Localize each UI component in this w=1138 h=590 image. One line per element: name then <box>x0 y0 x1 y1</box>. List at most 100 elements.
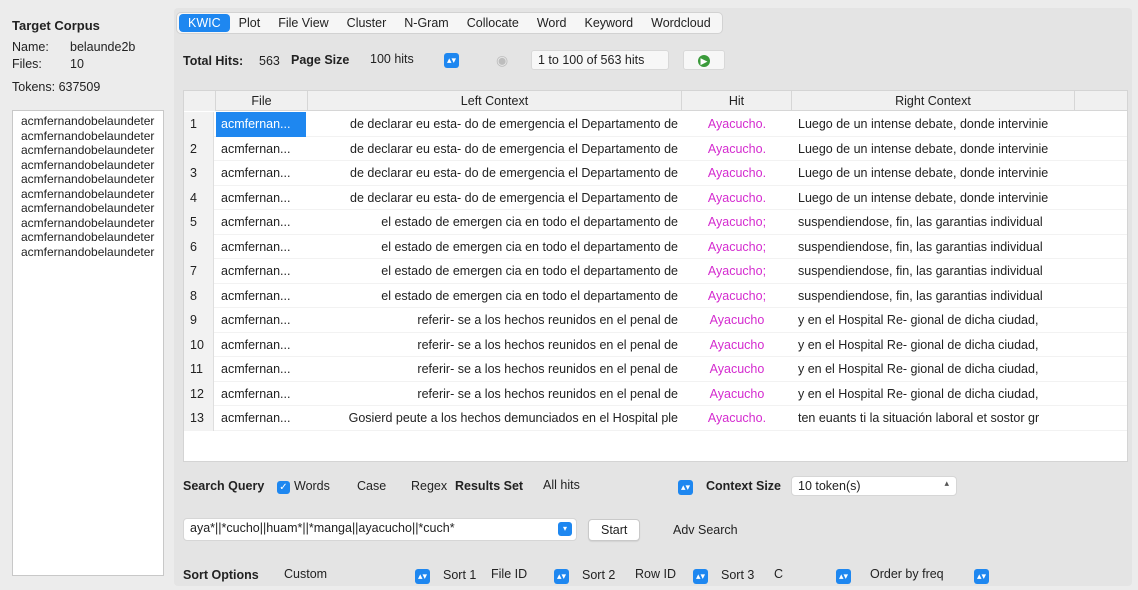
file-cell: acmfernan... <box>221 313 291 327</box>
hit-cell: Ayacucho; <box>707 264 767 278</box>
start-button-label: Start <box>601 523 628 537</box>
right-context-cell: suspendiendose, fin, las garantias indiv… <box>798 264 1043 278</box>
table-row[interactable]: 10 acmfernan... referir- se a los hechos r… <box>184 332 1127 357</box>
order-select[interactable]: Order by freq <box>864 565 984 585</box>
file-cell: acmfernan... <box>221 239 291 254</box>
tab-keyword[interactable]: Keyword <box>575 14 642 32</box>
table-row[interactable]: 13 acmfernan... Gosierd peute a los hechos… <box>184 406 1127 431</box>
sort3-value: C <box>774 567 784 581</box>
table-header: File Left Context Hit Right Context <box>184 91 1127 111</box>
query-history-chevron-icon[interactable]: ▾ <box>558 522 572 536</box>
corpus-tokens-row: Tokens: 637509 <box>12 80 100 94</box>
file-list-item[interactable]: acmfernandobelaundeter <box>13 114 163 129</box>
tab-word[interactable]: Word <box>528 14 576 32</box>
left-context-cell: el estado de emergen cia en todo el depa… <box>381 215 678 229</box>
hit-column-header[interactable]: Hit <box>682 91 792 111</box>
sort2-stepper-icon[interactable]: ▴▾ <box>693 569 708 584</box>
file-list-item[interactable]: acmfernandobelaundeter <box>13 158 163 173</box>
case-checkbox[interactable] <box>342 481 355 494</box>
sort-mode-stepper-icon[interactable]: ▴▾ <box>415 569 430 584</box>
search-query-input[interactable]: aya*||*cucho||huam*||*manga||ayacucho||*… <box>183 518 577 541</box>
sort3-select[interactable]: C <box>768 565 828 585</box>
table-row[interactable]: 2 acmfernan... de declarar eu esta- do de … <box>184 136 1127 161</box>
row-number-cell: 12 <box>184 381 214 406</box>
left-context-column-header[interactable]: Left Context <box>308 91 682 111</box>
sort3-stepper-icon[interactable]: ▴▾ <box>836 569 851 584</box>
file-list-item[interactable]: acmfernandobelaundeter <box>13 143 163 158</box>
file-cell: acmfernan... <box>221 337 291 352</box>
file-cell: acmfernan... <box>221 141 291 156</box>
sort2-select[interactable]: Row ID <box>629 565 695 585</box>
words-checkbox[interactable]: ✓ <box>277 481 290 494</box>
table-row[interactable]: 6 acmfernan... el estado de emergen cia en… <box>184 234 1127 259</box>
table-row[interactable]: 7 acmfernan... el estado de emergen cia en… <box>184 259 1127 284</box>
sort3-label: Sort 3 <box>721 568 755 582</box>
page-size-stepper-icon[interactable]: ▴▾ <box>444 53 459 68</box>
file-list-item[interactable]: acmfernandobelaundeter <box>13 187 163 202</box>
sort1-select[interactable]: File ID <box>485 565 545 585</box>
tab-cluster[interactable]: Cluster <box>338 14 396 32</box>
file-list-item[interactable]: acmfernandobelaundeter <box>13 129 163 144</box>
left-context-cell: referir- se a los hechos reunidos en el … <box>417 337 678 352</box>
table-row[interactable]: 3 acmfernan... de declarar eu esta- do de … <box>184 161 1127 186</box>
right-context-cell: suspendiendose, fin, las garantias indiv… <box>798 288 1043 303</box>
hit-cell: Ayacucho <box>709 362 765 376</box>
table-row[interactable]: 5 acmfernan... el estado de emergen cia en… <box>184 210 1127 235</box>
tab-collocate[interactable]: Collocate <box>458 14 528 32</box>
file-list-item[interactable]: acmfernandobelaundeter <box>13 172 163 187</box>
results-set-stepper-icon[interactable]: ▴▾ <box>678 480 693 495</box>
regex-checkbox[interactable] <box>396 481 409 494</box>
file-list-item[interactable]: acmfernandobelaundeter <box>13 201 163 216</box>
table-row[interactable]: 4 acmfernan... de declarar eu esta- do de … <box>184 185 1127 210</box>
file-list-item[interactable]: acmfernandobelaundeter <box>13 245 163 260</box>
tab-wordcloud[interactable]: Wordcloud <box>642 14 720 32</box>
left-context-cell: referir- se a los hechos reunidos en el … <box>417 362 678 376</box>
right-context-column-header[interactable]: Right Context <box>792 91 1075 111</box>
start-button[interactable]: Start <box>588 519 641 541</box>
page-size-value: 100 hits <box>370 52 414 66</box>
sort-mode-select[interactable]: Custom <box>278 565 430 585</box>
table-row[interactable]: 12 acmfernan... referir- se a los hechos r… <box>184 381 1127 406</box>
file-cell: acmfernan... <box>221 190 291 205</box>
left-context-cell: referir- se a los hechos reunidos en el … <box>417 386 678 401</box>
tab-file-view[interactable]: File View <box>269 14 337 32</box>
adv-search-checkbox[interactable] <box>657 524 670 537</box>
file-cell: acmfernan... <box>221 386 291 401</box>
corpus-tokens-label: Tokens: <box>12 80 56 94</box>
kwic-results-table[interactable]: File Left Context Hit Right Context 1 acm… <box>183 90 1128 462</box>
total-hits-value: 563 <box>259 54 280 68</box>
right-context-cell: Luego de un intense debate, donde interv… <box>798 117 1049 131</box>
table-row[interactable]: 1 acmfernan... de declarar eu esta- do de … <box>184 112 1127 137</box>
file-list-item[interactable]: acmfernandobelaundeter <box>13 216 163 231</box>
right-context-cell: Luego de un intense debate, donde interv… <box>798 190 1049 205</box>
order-stepper-icon[interactable]: ▴▾ <box>974 569 989 584</box>
file-cell: acmfernan... <box>221 264 291 278</box>
file-cell: acmfernan... <box>221 411 291 425</box>
words-label: Words <box>294 479 330 493</box>
results-set-select[interactable]: All hits <box>537 476 693 496</box>
table-row[interactable]: 11 acmfernan... referir- se a los hechos r… <box>184 357 1127 382</box>
hit-cell: Ayacucho. <box>707 166 767 180</box>
corpus-file-list[interactable]: acmfernandobelaundeter acmfernandobelaund… <box>12 110 164 576</box>
context-size-select[interactable]: 10 token(s) ▴ <box>791 476 957 496</box>
corpus-name-row: Name: belaunde2b <box>12 40 135 54</box>
target-corpus-title: Target Corpus <box>12 18 100 33</box>
adv-search-label: Adv Search <box>673 523 738 537</box>
table-row[interactable]: 8 acmfernan... el estado de emergen cia en… <box>184 283 1127 308</box>
next-page-button[interactable]: ▶ <box>683 50 725 70</box>
tab-n-gram[interactable]: N-Gram <box>395 14 457 32</box>
tab-plot[interactable]: Plot <box>230 14 270 32</box>
tab-kwic[interactable]: KWIC <box>179 14 230 32</box>
left-context-cell: el estado de emergen cia en todo el depa… <box>381 239 678 254</box>
previous-page-icon[interactable]: ◉ <box>496 52 508 69</box>
table-row[interactable]: 9 acmfernan... referir- se a los hechos re… <box>184 308 1127 333</box>
hit-cell: Ayacucho <box>709 313 765 327</box>
file-list-item[interactable]: acmfernandobelaundeter <box>13 230 163 245</box>
sort1-stepper-icon[interactable]: ▴▾ <box>554 569 569 584</box>
next-page-icon: ▶ <box>698 55 710 67</box>
order-value: Order by freq <box>870 567 944 581</box>
row-number-cell: 2 <box>184 136 214 161</box>
file-column-header[interactable]: File <box>216 91 308 111</box>
search-query-value: aya*||*cucho||huam*||*manga||ayacucho||*… <box>190 521 455 535</box>
context-size-chevron-icon: ▴ <box>944 478 949 488</box>
